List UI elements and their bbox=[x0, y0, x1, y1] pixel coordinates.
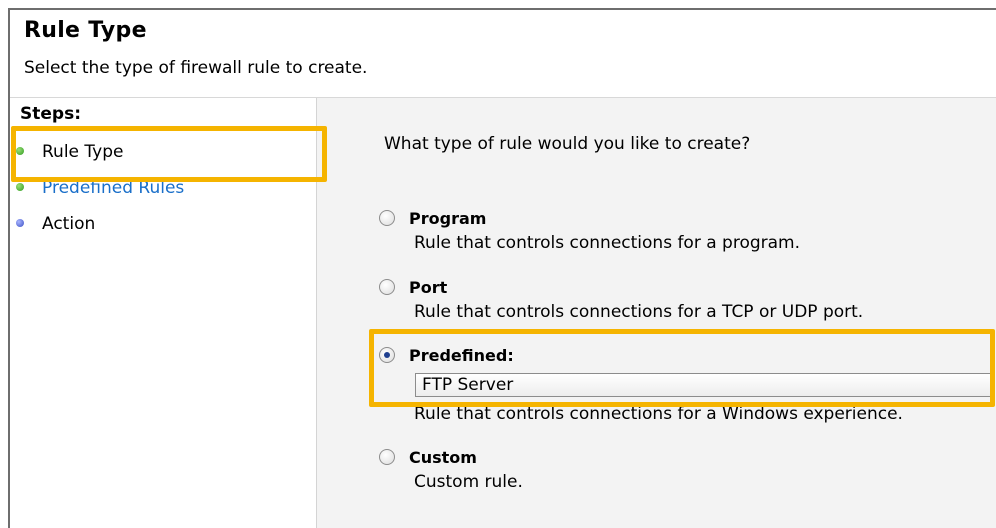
custom-radio[interactable] bbox=[379, 449, 395, 465]
wizard-header: Rule Type Select the type of firewall ru… bbox=[10, 10, 996, 98]
blue-dot-icon bbox=[16, 219, 24, 227]
highlight-box-step bbox=[11, 126, 327, 182]
green-dot-icon bbox=[16, 183, 24, 191]
port-label[interactable]: Port bbox=[409, 278, 447, 297]
steps-title: Steps: bbox=[20, 104, 81, 124]
port-radio[interactable] bbox=[379, 279, 395, 295]
firewall-rule-wizard: Rule Type Select the type of firewall ru… bbox=[0, 0, 996, 528]
custom-description: Custom rule. bbox=[414, 472, 523, 492]
predefined-description: Rule that controls connections for a Win… bbox=[414, 404, 903, 424]
program-radio[interactable] bbox=[379, 210, 395, 226]
step-action[interactable]: Action bbox=[16, 214, 95, 234]
port-description: Rule that controls connections for a TCP… bbox=[414, 302, 864, 322]
program-description: Rule that controls connections for a pro… bbox=[414, 233, 801, 253]
rule-type-question: What type of rule would you like to crea… bbox=[384, 134, 751, 154]
page-title: Rule Type bbox=[24, 18, 147, 43]
highlight-box-predefined bbox=[369, 329, 995, 407]
step-label: Action bbox=[42, 214, 96, 234]
custom-label[interactable]: Custom bbox=[409, 448, 477, 467]
program-label[interactable]: Program bbox=[409, 209, 486, 228]
main-pane: What type of rule would you like to crea… bbox=[317, 98, 996, 528]
page-subtitle: Select the type of firewall rule to crea… bbox=[24, 58, 368, 78]
